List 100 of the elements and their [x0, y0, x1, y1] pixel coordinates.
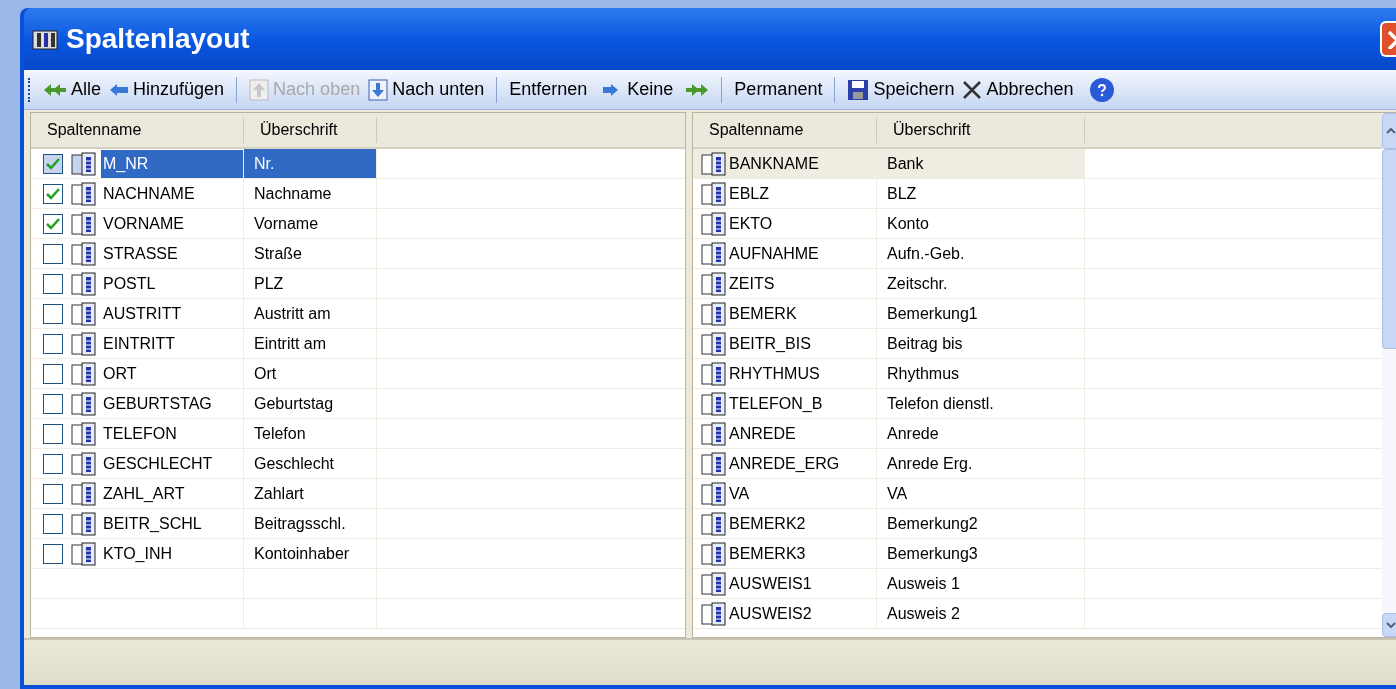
toolbar-button[interactable]: Alle [39, 76, 105, 103]
scroll-down-button[interactable] [1382, 613, 1396, 637]
column-icon [71, 151, 97, 176]
toolbar-button[interactable]: Abbrechen [958, 76, 1078, 103]
table-row[interactable]: AUSWEIS2 Ausweis 2 [693, 599, 1085, 628]
window-title: Spaltenlayout [66, 22, 251, 56]
heading-cell: Ausweis 2 [877, 599, 1085, 628]
heading-cell: VA [877, 479, 1085, 508]
checkbox[interactable] [43, 213, 63, 234]
close-icon [962, 79, 983, 100]
heading-cell: Anrede Erg. [877, 449, 1085, 478]
double-arrow-right-icon [685, 82, 710, 97]
checkbox[interactable] [43, 453, 63, 474]
heading-cell: Ausweis 1 [877, 569, 1085, 598]
heading-cell: Bemerkung1 [877, 299, 1085, 328]
table-row[interactable]: BEMERK3 Bemerkung3 [693, 539, 1085, 568]
heading-cell: Kontoinhaber [244, 539, 377, 568]
column-header[interactable]: Überschrift [244, 117, 377, 143]
column-name[interactable]: EINTRITT [101, 329, 243, 358]
table-row[interactable]: BEMERK Bemerkung1 [693, 299, 1085, 328]
checkmark-icon [46, 217, 60, 230]
column-name[interactable]: GESCHLECHT [101, 449, 243, 478]
column-header[interactable]: Überschrift [877, 117, 1085, 143]
toolbar-button[interactable]: Entfernen [505, 76, 624, 103]
column-name: ANREDE_ERG [729, 453, 840, 474]
heading-cell: Austritt am [244, 299, 377, 328]
table-row[interactable]: AUFNAHME Aufn.-Geb. [693, 239, 1085, 268]
checkbox[interactable] [43, 273, 63, 294]
column-name: BEITR_BIS [729, 333, 811, 354]
checkbox[interactable] [43, 333, 63, 354]
arrow-up-icon [249, 78, 270, 101]
column-icon [71, 511, 97, 536]
heading-cell: Vorname [244, 209, 377, 238]
column-name: AUSWEIS1 [729, 573, 812, 594]
column-name[interactable]: NACHNAME [101, 179, 243, 208]
heading-cell: Geburtstag [244, 389, 377, 418]
column-name: ZEITS [729, 273, 775, 294]
table-row[interactable]: BANKNAME Bank [693, 149, 1085, 178]
column-icon [701, 241, 727, 266]
heading-cell: Zahlart [244, 479, 377, 508]
column-name[interactable]: GEBURTSTAG [101, 389, 243, 418]
table-row[interactable]: ANREDE Anrede [693, 419, 1085, 448]
column-name[interactable]: TELEFON [101, 419, 243, 448]
table-row[interactable]: TELEFON_B Telefon dienstl. [693, 389, 1085, 418]
checkbox[interactable] [43, 303, 63, 324]
table-row[interactable]: AUSWEIS1 Ausweis 1 [693, 569, 1085, 598]
toolbar-button[interactable]: Nach unten [364, 76, 489, 103]
heading-cell: Nachname [244, 179, 377, 208]
toolbar-button[interactable]: Keine [623, 76, 714, 103]
table-row[interactable]: RHYTHMUS Rhythmus [693, 359, 1085, 388]
table-row[interactable]: ZEITS Zeitschr. [693, 269, 1085, 298]
column-name[interactable]: M_NR [101, 149, 243, 178]
column-name[interactable]: ZAHL_ART [101, 479, 243, 508]
heading-cell: Aufn.-Geb. [877, 239, 1085, 268]
column-icon [71, 301, 97, 326]
heading-cell: Ort [244, 359, 377, 388]
checkmark-icon [46, 187, 60, 200]
column-name: EBLZ [729, 183, 769, 204]
table-icon [32, 27, 58, 51]
column-name[interactable]: KTO_INH [101, 539, 243, 568]
help-button[interactable] [1089, 77, 1114, 102]
heading-cell: Telefon [244, 419, 377, 448]
checkbox[interactable] [43, 153, 63, 174]
table-row[interactable]: ANREDE_ERG Anrede Erg. [693, 449, 1085, 478]
table-row[interactable]: BEMERK2 Bemerkung2 [693, 509, 1085, 538]
column-name: AUFNAHME [729, 243, 819, 264]
checkbox[interactable] [43, 543, 63, 564]
heading-cell: Straße [244, 239, 377, 268]
toolbar-button[interactable]: Hinzufügen [105, 76, 229, 103]
column-header[interactable]: Spaltenname [31, 117, 244, 143]
column-name[interactable]: STRASSE [101, 239, 243, 268]
table-row[interactable]: EBLZ BLZ [693, 179, 1085, 208]
checkbox[interactable] [43, 243, 63, 264]
scroll-thumb[interactable] [1382, 149, 1396, 349]
scroll-up-button[interactable] [1382, 113, 1396, 149]
column-icon [71, 361, 97, 386]
column-name[interactable]: AUSTRITT [101, 299, 243, 328]
column-icon [71, 391, 97, 416]
vertical-scrollbar[interactable] [1382, 113, 1396, 637]
checkbox[interactable] [43, 393, 63, 414]
column-name[interactable]: VORNAME [101, 209, 243, 238]
column-header[interactable]: Spaltenname [693, 117, 877, 143]
toolbar-button[interactable]: Permanent [730, 76, 827, 103]
column-name[interactable]: BEITR_SCHL [101, 509, 243, 538]
checkbox[interactable] [43, 483, 63, 504]
table-row[interactable]: VA VA [693, 479, 1085, 508]
checkbox[interactable] [43, 423, 63, 444]
column-name: TELEFON_B [729, 393, 823, 414]
checkbox[interactable] [43, 183, 63, 204]
table-row[interactable]: BEITR_BIS Beitrag bis [693, 329, 1085, 358]
column-icon [71, 421, 97, 446]
checkbox[interactable] [43, 513, 63, 534]
table-row[interactable]: EKTO Konto [693, 209, 1085, 238]
checkbox[interactable] [43, 363, 63, 384]
column-name[interactable]: ORT [101, 359, 243, 388]
column-name: AUSWEIS2 [729, 603, 812, 624]
toolbar-button[interactable]: Speichern [843, 76, 959, 103]
heading-cell: Beitrag bis [877, 329, 1085, 358]
heading-cell: Telefon dienstl. [877, 389, 1085, 418]
column-name[interactable]: POSTL [101, 269, 243, 298]
